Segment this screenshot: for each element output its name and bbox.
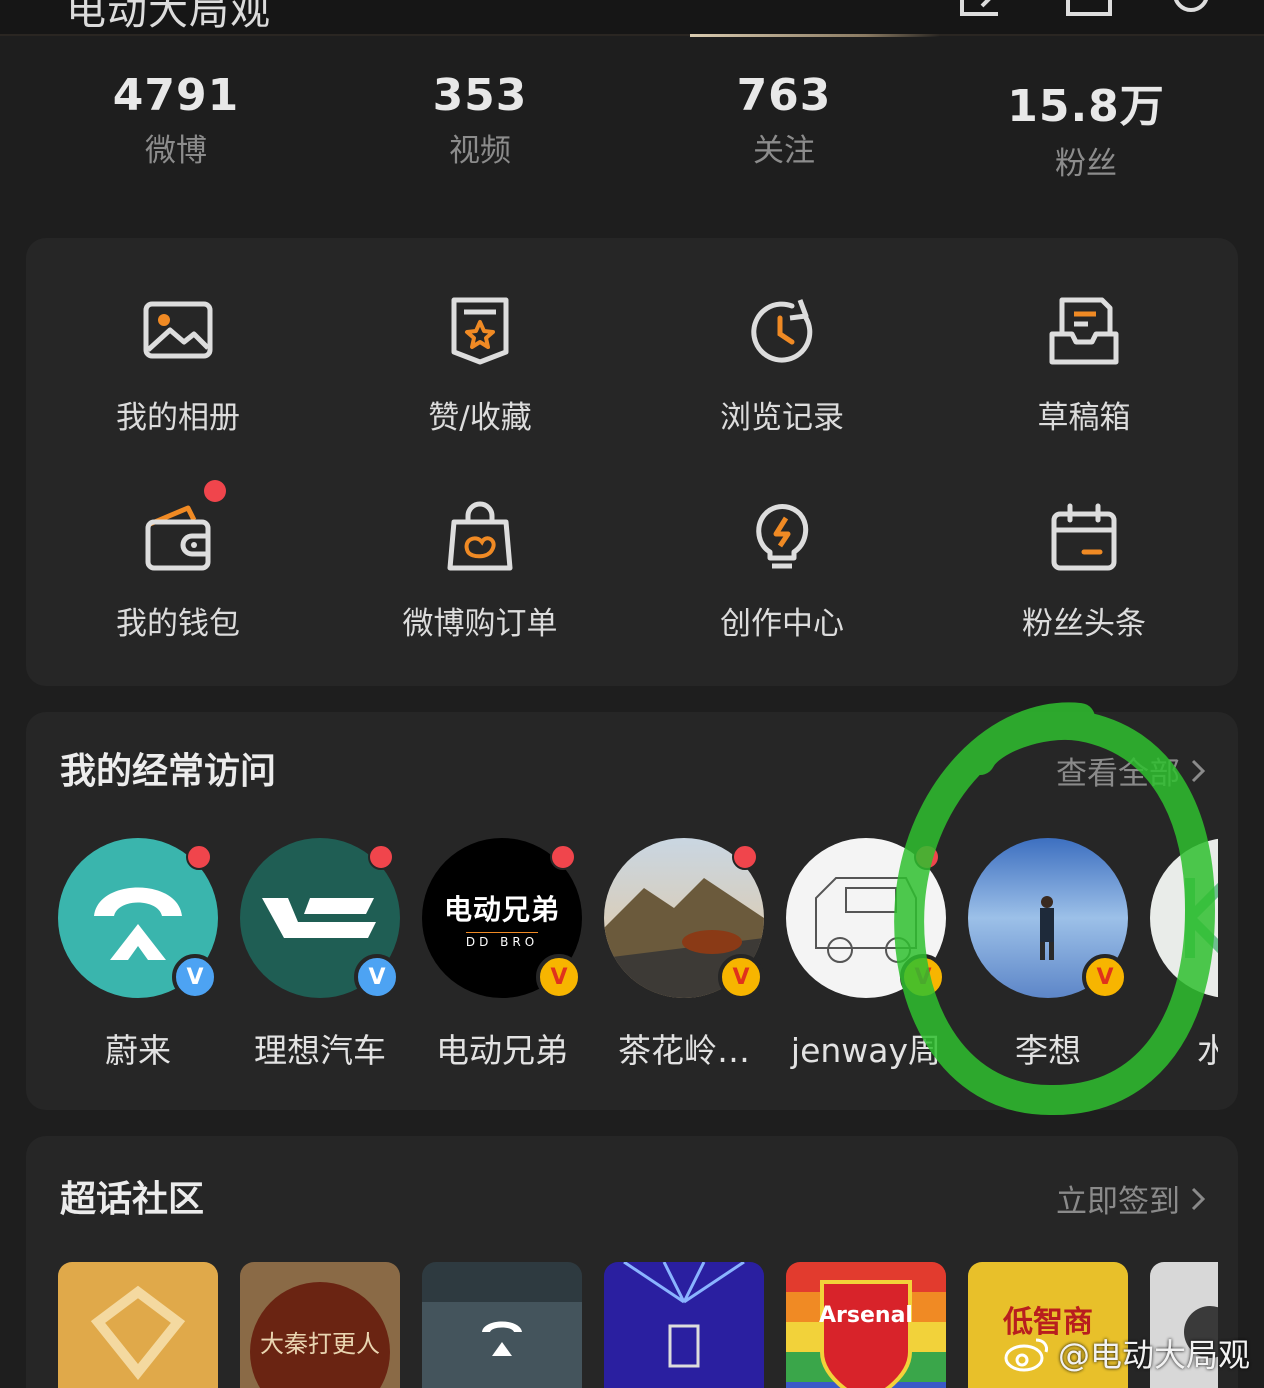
history-clock-icon (744, 294, 820, 370)
wallet-icon (140, 480, 226, 576)
frequent-item-jenway[interactable]: V jenway周 (786, 838, 946, 1072)
frequent-item-name: 李想 (1015, 1031, 1081, 1070)
frequent-item-name: jenway周 (790, 1031, 942, 1070)
weibo-logo-icon (1004, 1338, 1048, 1372)
tool-label: 浏览记录 (720, 400, 844, 436)
unread-dot (186, 844, 212, 870)
frequent-item-li-auto[interactable]: V 理想汽车 (240, 838, 400, 1072)
tool-drafts[interactable]: 草稿箱 (964, 294, 1204, 437)
tool-label: 微博购订单 (402, 606, 558, 642)
tool-label: 我的相册 (116, 400, 240, 436)
frequent-item-dd-bro[interactable]: 电动兄弟 DD BRO V 电动兄弟 (422, 838, 582, 1072)
tool-label: 赞/收藏 (428, 400, 532, 436)
wallet-notification-dot (204, 480, 226, 502)
verified-badge: V (1082, 954, 1128, 1000)
supertopic-tile[interactable] (422, 1262, 582, 1388)
tool-creator-center[interactable]: 创作中心 (662, 500, 902, 643)
stat-label: 视频 (449, 133, 511, 169)
stat-value: 763 (736, 70, 832, 121)
watermark-text: @电动大局观 (1057, 1336, 1250, 1374)
tile-caption: 大秦打更人 (260, 1330, 380, 1358)
unread-dot (732, 844, 758, 870)
frequent-item-shuishui[interactable]: 水水 (1150, 838, 1218, 1072)
frequent-item-name: 茶花岭… (618, 1031, 750, 1070)
scan-icon[interactable] (1064, 0, 1114, 18)
stat-following[interactable]: 763 关注 (654, 70, 914, 170)
verified-badge: V (354, 954, 400, 1000)
avatar (1150, 838, 1218, 998)
stat-value: 353 (432, 70, 528, 121)
calendar-icon (1046, 500, 1122, 576)
stat-label: 微博 (145, 133, 207, 169)
tile-caption: Arsenal (819, 1303, 913, 1328)
frequent-visits-card: 我的经常访问 查看全部 V 蔚来 V 理想汽车 电动兄弟 DD BRO V 电动… (26, 712, 1238, 1110)
lightbulb-icon (744, 500, 820, 576)
frequent-avatars-row: V 蔚来 V 理想汽车 电动兄弟 DD BRO V 电动兄弟 V 茶花岭… V … (58, 838, 1218, 1078)
check-in-label: 立即签到 (1056, 1184, 1180, 1220)
frequent-item-lixiang[interactable]: V 李想 (968, 838, 1128, 1072)
verified-badge: V (718, 954, 764, 1000)
stat-label: 关注 (753, 133, 815, 169)
tool-label: 粉丝头条 (1022, 606, 1146, 642)
supertopic-tile[interactable] (604, 1262, 764, 1388)
verified-badge: V (172, 954, 218, 1000)
stats-row: 4791 微博 353 视频 763 关注 15.8万 粉丝 (0, 70, 1264, 190)
verified-badge: V (536, 954, 582, 1000)
top-bar: 电动大局观 (0, 0, 1264, 37)
avatar-logo-text: 电动兄弟 (443, 892, 560, 926)
photo-album-icon (140, 294, 216, 370)
tab-indicator (690, 34, 940, 37)
avatar-logo-subtext: DD BRO (465, 931, 539, 949)
unread-dot (914, 844, 940, 870)
frequent-item-chahualing[interactable]: V 茶花岭… (604, 838, 764, 1072)
stat-label: 粉丝 (1055, 146, 1117, 182)
stat-followers[interactable]: 15.8万 粉丝 (956, 70, 1216, 183)
unread-dot (550, 844, 576, 870)
frequent-item-nio[interactable]: V 蔚来 (58, 838, 218, 1072)
verified-badge: V (900, 954, 946, 1000)
tool-likes-favorites[interactable]: 赞/收藏 (360, 294, 600, 437)
tool-wallet[interactable]: 我的钱包 (58, 480, 298, 643)
tool-fan-headlines[interactable]: 粉丝头条 (964, 500, 1204, 643)
tools-card: 我的相册 赞/收藏 浏览记录 草稿箱 我的钱包 微博购订单 创作中心 粉丝头条 (26, 238, 1238, 686)
chevron-right-icon (1191, 1187, 1206, 1210)
frequent-item-name: 电动兄弟 (436, 1031, 568, 1070)
tool-label: 草稿箱 (1037, 400, 1131, 436)
draft-box-icon (1046, 294, 1122, 370)
tool-label: 创作中心 (720, 606, 844, 642)
frequent-item-name: 水水 (1197, 1031, 1218, 1070)
section-title: 超话社区 (60, 1179, 205, 1220)
edit-icon[interactable] (958, 0, 1008, 18)
frequent-item-name: 理想汽车 (254, 1031, 386, 1070)
tool-history[interactable]: 浏览记录 (662, 294, 902, 437)
shopping-bag-icon (442, 500, 518, 576)
stat-posts[interactable]: 4791 微博 (46, 70, 306, 170)
profile-title: 电动大局观 (66, 0, 271, 34)
watermark: @电动大局观 (1004, 1330, 1250, 1376)
stat-value: 4791 (112, 70, 240, 121)
stat-value: 15.8万 (1007, 81, 1165, 132)
view-all-link[interactable]: 查看全部 (1056, 748, 1208, 793)
supertopic-tile[interactable]: Arsenal (786, 1262, 946, 1388)
supertopic-tile[interactable]: 大秦打更人 (240, 1262, 400, 1388)
tool-my-album[interactable]: 我的相册 (58, 294, 298, 437)
frequent-item-name: 蔚来 (105, 1031, 171, 1070)
section-title: 我的经常访问 (60, 751, 277, 792)
settings-gear-icon[interactable] (1166, 0, 1216, 18)
bookmark-star-icon (442, 294, 518, 370)
supertopic-tile[interactable] (58, 1262, 218, 1388)
view-all-label: 查看全部 (1056, 756, 1180, 792)
stat-videos[interactable]: 353 视频 (350, 70, 610, 170)
tool-label: 我的钱包 (116, 606, 240, 642)
unread-dot (368, 844, 394, 870)
check-in-link[interactable]: 立即签到 (1056, 1176, 1208, 1221)
chevron-right-icon (1191, 759, 1206, 782)
tool-weibo-orders[interactable]: 微博购订单 (360, 500, 600, 643)
